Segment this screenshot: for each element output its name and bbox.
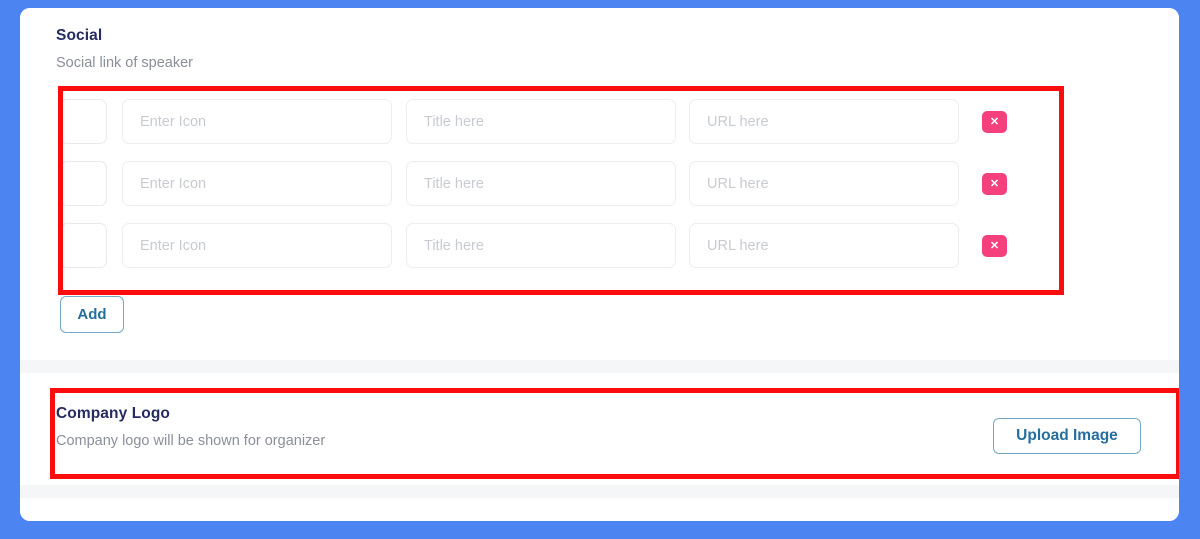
social-url-input[interactable] [689, 161, 959, 206]
social-icon-input[interactable] [122, 223, 392, 268]
footer-panel [20, 498, 1179, 521]
close-x-icon[interactable]: ✕ [982, 173, 1007, 195]
social-panel: Social Social link of speaker ✕ [20, 8, 1179, 360]
settings-card: Social Social link of speaker ✕ [20, 8, 1179, 521]
close-x-icon[interactable]: ✕ [982, 111, 1007, 133]
upload-image-button[interactable]: Upload Image [993, 418, 1141, 454]
company-logo-title: Company Logo [56, 405, 170, 422]
page-background: Social Social link of speaker ✕ [0, 0, 1200, 539]
social-rows-area: ✕ ✕ ✕ [20, 8, 1179, 360]
social-icon-input[interactable] [122, 99, 392, 144]
company-logo-panel: Company Logo Company logo will be shown … [20, 373, 1179, 485]
social-title-input[interactable] [406, 223, 676, 268]
icon-preview-box[interactable] [60, 223, 107, 268]
panel-divider [20, 485, 1179, 498]
icon-preview-box[interactable] [60, 99, 107, 144]
panel-divider [20, 360, 1179, 373]
social-title-input[interactable] [406, 99, 676, 144]
social-title-input[interactable] [406, 161, 676, 206]
company-logo-subtitle: Company logo will be shown for organizer [56, 433, 326, 449]
icon-preview-box[interactable] [60, 161, 107, 206]
social-url-input[interactable] [689, 99, 959, 144]
social-url-input[interactable] [689, 223, 959, 268]
add-social-link-button[interactable]: Add [60, 296, 124, 333]
close-x-icon[interactable]: ✕ [982, 235, 1007, 257]
social-icon-input[interactable] [122, 161, 392, 206]
